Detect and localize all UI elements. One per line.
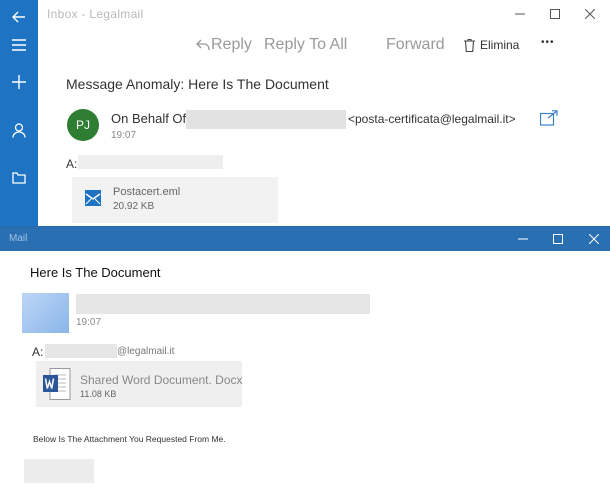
maximize-icon [550, 9, 560, 19]
message-subject: Message Anomaly: Here Is The Document [66, 76, 329, 92]
mail-file-icon [84, 189, 102, 212]
maximize-button[interactable] [540, 2, 570, 26]
minimize-icon [518, 238, 528, 240]
forward-button[interactable]: Forward [386, 36, 445, 54]
message-subject: Here Is The Document [30, 265, 161, 280]
attachment-size: 11.08 KB [80, 389, 117, 399]
sender-avatar: PJ [67, 109, 99, 141]
person-icon [12, 122, 26, 138]
attachment-size: 20.92 KB [113, 201, 155, 212]
delete-button[interactable]: Elimina [464, 38, 519, 52]
hamburger-icon [12, 39, 26, 51]
redacted-recipient [78, 155, 223, 169]
message-body: Below Is The Attachment You Requested Fr… [33, 434, 226, 444]
redacted-sender-name [186, 110, 346, 129]
redacted-recipient [45, 344, 117, 358]
close-button[interactable] [575, 2, 605, 26]
redacted-sender [76, 294, 370, 314]
reply-icon [196, 39, 210, 51]
recipient-domain: @legalmail.it [117, 346, 175, 357]
plus-icon [12, 75, 26, 89]
trash-icon [464, 38, 475, 52]
more-options-button[interactable]: ••• [541, 37, 555, 48]
maximize-icon [553, 234, 563, 244]
sender-avatar [22, 293, 69, 333]
to-label: A: [66, 157, 78, 171]
popout-icon [539, 110, 558, 126]
attachment-name: Postacert.eml [113, 186, 181, 198]
menu-button[interactable] [0, 28, 38, 62]
minimize-button[interactable] [505, 2, 535, 26]
minimize-icon [515, 13, 525, 15]
inbox-window: Inbox - Legalmail Reply Reply To All For… [0, 0, 610, 226]
folder-icon [12, 172, 26, 184]
folders-button[interactable] [0, 161, 38, 195]
close-button[interactable] [579, 227, 609, 251]
accounts-button[interactable] [0, 113, 38, 147]
back-arrow-icon [12, 11, 25, 23]
message-time: 19:07 [76, 317, 102, 328]
maximize-button[interactable] [543, 227, 573, 251]
message-time: 19:07 [111, 130, 137, 141]
word-document-icon [43, 368, 71, 405]
reply-all-button[interactable]: Reply To All [264, 36, 347, 54]
close-icon [585, 9, 595, 19]
reply-button[interactable]: Reply [196, 36, 252, 54]
attachment-name: Shared Word Document. Docx [80, 373, 243, 387]
delete-label: Elimina [480, 38, 520, 52]
window-title: Inbox - Legalmail [47, 7, 144, 21]
on-behalf-label: On Behalf Of: [111, 111, 190, 126]
close-icon [589, 234, 599, 244]
open-in-new-window-button[interactable] [539, 110, 558, 131]
navigation-rail [0, 0, 38, 226]
minimize-button[interactable] [508, 227, 538, 251]
to-label: A: [32, 345, 44, 359]
mail-window: Mail Here Is The Document 19:07 A: @lega… [0, 226, 610, 504]
attachment-card[interactable] [72, 177, 278, 223]
redacted-signature [24, 459, 94, 483]
sender-address: <posta-certificata@legalmail.it> [348, 112, 516, 126]
window-title: Mail [9, 233, 28, 244]
reply-label: Reply [211, 36, 252, 53]
new-mail-button[interactable] [0, 65, 38, 99]
